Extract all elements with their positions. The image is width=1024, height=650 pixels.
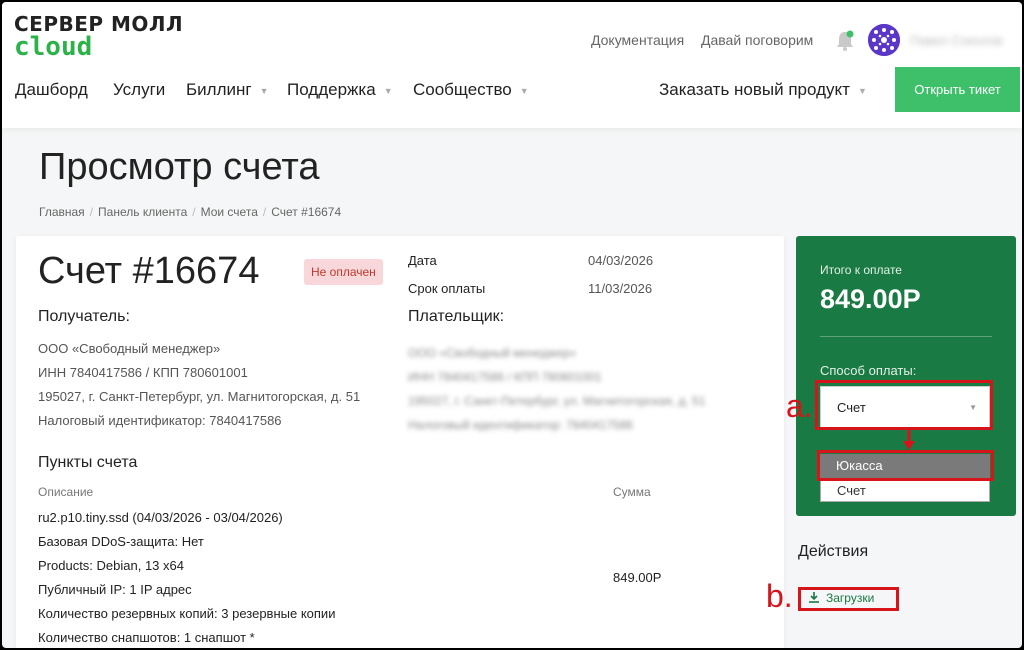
nav-community[interactable]: Сообщество ▼	[413, 80, 529, 100]
breadcrumb-separator: /	[192, 205, 196, 219]
breadcrumb-home[interactable]: Главная	[39, 205, 85, 219]
annotation-label-a: a.	[786, 388, 813, 424]
payer-line: 195027, г. Санкт-Петербург, ул. Магнитог…	[408, 394, 706, 408]
user-name[interactable]: Павел Соколов	[910, 33, 1003, 48]
item-amount: 849.00Р	[613, 570, 662, 585]
bell-icon[interactable]	[835, 30, 855, 52]
recipient-line: ООО «Свободный менеджер»	[38, 341, 221, 356]
status-badge: Не оплачен	[304, 259, 383, 285]
recipient-line: 195027, г. Санкт-Петербург, ул. Магнитог…	[38, 389, 361, 404]
chevron-down-icon: ▼	[383, 85, 393, 96]
breadcrumb-my-invoices[interactable]: Мои счета	[201, 205, 258, 219]
col-description: Описание	[38, 485, 94, 499]
open-ticket-button[interactable]: Открыть тикет	[895, 67, 1020, 112]
invoice-item-line: Публичный IP: 1 IP адрес	[38, 582, 192, 597]
payment-option-invoice[interactable]: Счет	[820, 478, 990, 502]
invoice-item-line: Количество резервных копий: 3 резервные …	[38, 606, 336, 621]
logo[interactable]: СЕРВЕР МОЛЛ cloud	[14, 14, 183, 60]
nav-support-label: Поддержка	[287, 80, 376, 99]
breadcrumb-client-panel[interactable]: Панель клиента	[98, 205, 187, 219]
invoice-item-line: Количество снапшотов: 1 снапшот *	[38, 630, 255, 645]
page-title: Просмотр счета	[39, 146, 320, 188]
divider	[820, 336, 992, 337]
invoice-item-line: Базовая DDoS-защита: Нет	[38, 534, 204, 549]
payer-line: ИНН 7840417586 / КПП 780601001	[408, 370, 602, 384]
invoice-title: Счет #16674	[38, 250, 260, 292]
payment-method-label: Способ оплаты:	[820, 363, 917, 378]
breadcrumb: Главная / Панель клиента / Мои счета / Счет #1…	[39, 205, 341, 219]
chevron-down-icon: ▼	[857, 85, 867, 96]
breadcrumb-separator: /	[89, 205, 94, 219]
nav-dashboard-label: Дашборд	[15, 80, 88, 99]
nav-order-label: Заказать новый продукт	[659, 80, 850, 99]
invoice-card: Счет #16674 Не оплачен Дата 04/03/2026 С…	[16, 236, 784, 648]
logo-bottom-text: cloud	[14, 32, 93, 62]
nav-community-label: Сообщество	[413, 80, 512, 99]
payer-line: Налоговый идентификатор: 7840417586	[408, 418, 633, 432]
payer-line: ООО «Свободный менеджер»	[408, 346, 577, 360]
logo-top-text: СЕРВЕР МОЛЛ	[14, 12, 184, 36]
top-bar: СЕРВЕР МОЛЛ cloud Документация Давай пог…	[2, 2, 1022, 128]
date-label: Дата	[408, 253, 437, 268]
annotation-label-b: b.	[766, 578, 793, 614]
annotation-box-option	[817, 450, 994, 481]
nav-services[interactable]: Услуги	[113, 80, 165, 100]
nav-billing[interactable]: Биллинг ▼	[186, 80, 269, 100]
payer-heading: Плательщик:	[408, 308, 505, 325]
annotation-box-b	[798, 587, 899, 611]
nav-services-label: Услуги	[113, 80, 166, 99]
items-heading: Пункты счета	[38, 454, 138, 471]
date-value: 04/03/2026	[588, 253, 654, 268]
actions-heading: Действия	[798, 543, 869, 560]
col-sum: Сумма	[613, 485, 651, 499]
talk-link[interactable]: Давай поговорим	[701, 32, 813, 48]
chevron-down-icon: ▼	[519, 85, 529, 96]
recipient-line: Налоговый идентификатор: 7840417586	[38, 413, 282, 428]
total-label: Итого к оплате	[820, 263, 902, 277]
annotation-box-a	[815, 380, 993, 430]
nav-order-product[interactable]: Заказать новый продукт ▼	[659, 80, 867, 100]
recipient-heading: Получатель:	[38, 308, 130, 325]
annotation-arrow	[903, 429, 915, 450]
nav-support[interactable]: Поддержка ▼	[287, 80, 393, 100]
due-label: Срок оплаты	[408, 281, 486, 296]
docs-link[interactable]: Документация	[591, 32, 684, 48]
browser-frame: СЕРВЕР МОЛЛ cloud Документация Давай пог…	[2, 2, 1022, 648]
nav-billing-label: Биллинг	[186, 80, 252, 99]
avatar[interactable]	[868, 24, 900, 56]
due-value: 11/03/2026	[588, 281, 653, 296]
invoice-item-line: Products: Debian, 13 x64	[38, 558, 184, 573]
nav-dashboard[interactable]: Дашборд	[15, 80, 88, 100]
breadcrumb-separator: /	[262, 205, 267, 219]
breadcrumb-current: Счет #16674	[271, 205, 342, 219]
chevron-down-icon: ▼	[259, 85, 269, 96]
invoice-item-line: ru2.p10.tiny.ssd (04/03/2026 - 03/04/202…	[38, 510, 283, 525]
total-amount: 849.00Р	[820, 284, 921, 314]
recipient-line: ИНН 7840417586 / КПП 780601001	[38, 365, 248, 380]
